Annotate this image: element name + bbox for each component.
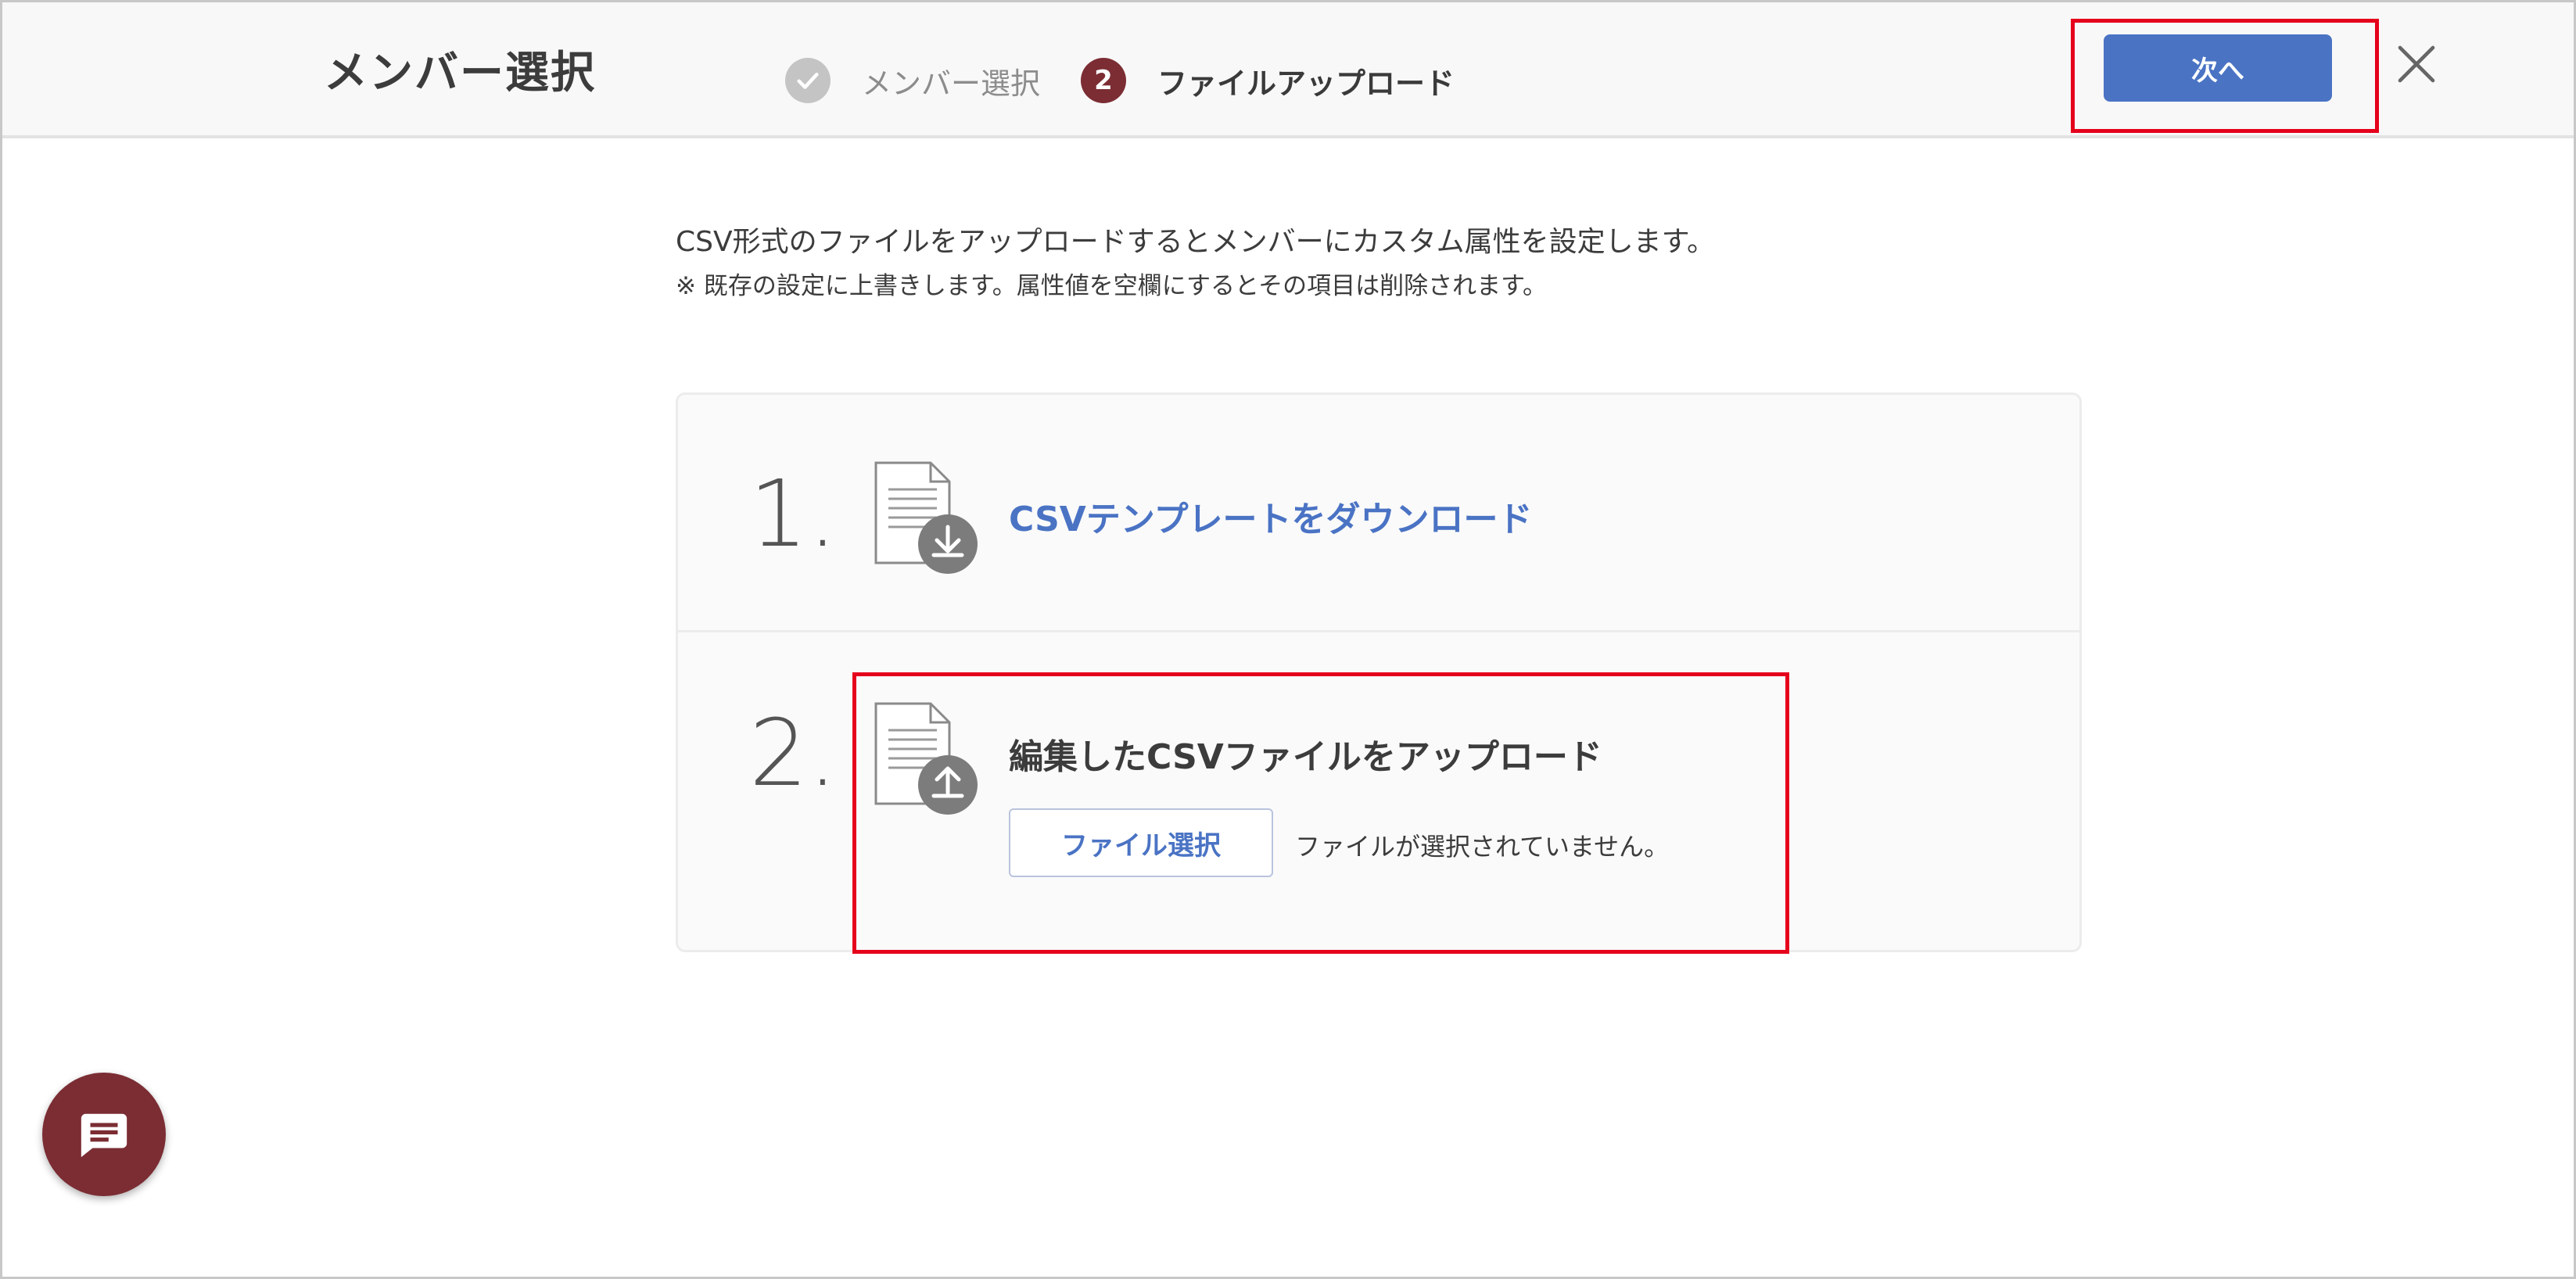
next-button[interactable]: 次へ (2104, 34, 2332, 102)
step-number-badge: 2 (1081, 58, 1126, 103)
close-icon (2398, 45, 2435, 83)
step-label: メンバー選択 (862, 66, 1041, 101)
chat-icon (81, 1113, 127, 1158)
upload-section-highlight (852, 672, 1789, 954)
step-label: ファイルアップロード (1157, 66, 1455, 101)
description-note: ※ 既存の設定に上書きします。属性値を空欄にするとその項目は削除されます。 (676, 272, 1548, 300)
card-divider (676, 630, 2082, 632)
step-number-2: 2. (749, 699, 838, 807)
step-number-1: 1. (749, 460, 838, 568)
page-title: メンバー選択 (324, 48, 596, 99)
close-button[interactable] (2391, 39, 2441, 89)
check-icon (785, 58, 831, 103)
download-csv-template-link[interactable]: CSVテンプレートをダウンロード (1009, 491, 1533, 541)
chat-button[interactable] (42, 1073, 166, 1196)
step-member-select: メンバー選択 (785, 58, 1040, 103)
description-text: CSV形式のファイルをアップロードするとメンバーにカスタム属性を設定します。 (676, 226, 1716, 258)
step-file-upload: 2 ファイルアップロード (1081, 58, 1455, 103)
file-download-icon (874, 461, 978, 574)
